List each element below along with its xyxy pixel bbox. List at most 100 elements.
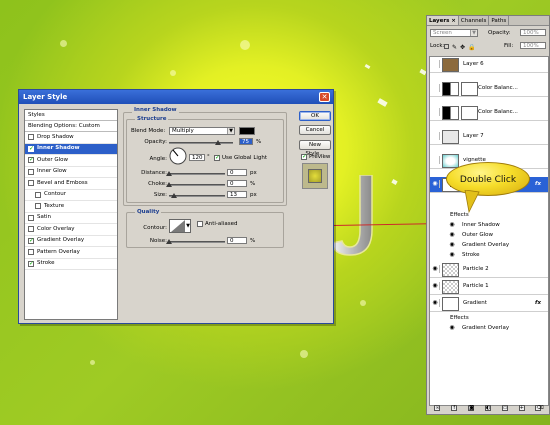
layer-row[interactable]: ◉ Particle 1 bbox=[430, 279, 548, 295]
effect-item[interactable]: ◉ Inner Shadow bbox=[449, 220, 548, 230]
style-item[interactable]: Pattern Overlay bbox=[25, 247, 117, 259]
style-checkbox[interactable] bbox=[28, 180, 34, 187]
choke-field[interactable]: 0 bbox=[227, 180, 247, 187]
slider-thumb[interactable] bbox=[171, 193, 177, 198]
tab-channels[interactable]: Channels bbox=[459, 16, 490, 25]
fx-icon[interactable]: fx bbox=[535, 181, 541, 187]
effect-visibility-icon[interactable]: ◉ bbox=[448, 240, 456, 250]
style-checkbox[interactable] bbox=[28, 214, 34, 221]
style-item[interactable]: ✓ Stroke bbox=[25, 259, 117, 270]
style-checkbox[interactable] bbox=[28, 226, 34, 233]
lock-transparent-icon[interactable] bbox=[444, 44, 449, 49]
effect-item[interactable]: ◉ Gradient Overlay bbox=[449, 323, 548, 333]
style-item[interactable]: Color Overlay bbox=[25, 224, 117, 236]
layer-blend-mode-select[interactable]: Screen ▼ bbox=[430, 29, 478, 37]
close-icon[interactable]: × bbox=[451, 18, 456, 24]
noise-field[interactable]: 0 bbox=[227, 237, 247, 244]
style-item[interactable]: Contour bbox=[25, 190, 117, 201]
visibility-eye-icon[interactable]: ◉ bbox=[431, 180, 440, 188]
opacity-field[interactable]: 75 bbox=[239, 138, 253, 145]
style-checkbox[interactable]: ✓ bbox=[28, 157, 34, 164]
adjustment-layer-icon[interactable]: ◐ bbox=[484, 405, 491, 411]
visibility-eye-icon[interactable]: ◉ bbox=[431, 265, 440, 273]
effects-label[interactable]: Effects bbox=[450, 313, 542, 323]
angle-field[interactable]: 120 bbox=[189, 154, 205, 161]
use-global-light-checkbox[interactable]: ✓ bbox=[214, 155, 220, 161]
cancel-button[interactable]: Cancel bbox=[299, 125, 331, 135]
style-item[interactable]: ✓ Inner Shadow bbox=[25, 143, 117, 155]
add-mask-icon[interactable]: ◙ bbox=[468, 405, 475, 411]
fill-field[interactable]: 100% bbox=[520, 42, 546, 49]
effect-item[interactable]: ◉ Stroke bbox=[449, 250, 548, 260]
slider-thumb[interactable] bbox=[166, 171, 172, 176]
effect-item[interactable]: ◉ Outer Glow bbox=[449, 230, 548, 240]
lock-position-icon[interactable]: ✥ bbox=[460, 43, 465, 52]
style-checkbox[interactable] bbox=[35, 191, 41, 198]
slider-thumb[interactable] bbox=[166, 239, 172, 244]
effect-visibility-icon[interactable]: ◉ bbox=[448, 230, 456, 240]
blending-options-item[interactable]: Blending Options: Custom bbox=[25, 121, 117, 132]
visibility-eye-icon[interactable] bbox=[431, 84, 440, 92]
choke-slider[interactable] bbox=[166, 182, 225, 187]
style-checkbox[interactable]: ✓ bbox=[28, 260, 34, 267]
layer-row[interactable]: Color Balanc... bbox=[430, 81, 548, 97]
effect-visibility-icon[interactable]: ◉ bbox=[448, 323, 456, 333]
layer-row[interactable]: ◉ Gradient fx bbox=[430, 296, 548, 312]
style-item[interactable]: Drop Shadow bbox=[25, 132, 117, 144]
size-slider[interactable] bbox=[169, 193, 225, 198]
layer-opacity-field[interactable]: 100% bbox=[520, 29, 546, 36]
anti-aliased-checkbox[interactable] bbox=[197, 221, 203, 227]
size-field[interactable]: 13 bbox=[227, 191, 247, 198]
ok-button[interactable]: OK bbox=[299, 111, 331, 121]
blend-mode-select[interactable]: Multiply ▼ bbox=[169, 127, 235, 135]
layer-row[interactable]: Layer 7 bbox=[430, 129, 548, 145]
new-layer-icon[interactable]: + bbox=[518, 405, 525, 411]
style-checkbox[interactable] bbox=[28, 249, 34, 256]
slider-thumb[interactable] bbox=[166, 182, 172, 187]
angle-dial[interactable] bbox=[169, 147, 187, 165]
layer-row[interactable]: Layer 6 bbox=[430, 57, 548, 73]
style-item[interactable]: Texture bbox=[25, 201, 117, 213]
visibility-eye-icon[interactable]: ◉ bbox=[431, 299, 440, 307]
effect-item[interactable]: ◉ Gradient Overlay bbox=[449, 240, 548, 250]
contour-picker[interactable]: ▼ bbox=[169, 219, 191, 233]
visibility-eye-icon[interactable] bbox=[431, 156, 440, 164]
layer-row[interactable]: ◉ Particle 2 bbox=[430, 262, 548, 278]
style-checkbox[interactable]: ✓ bbox=[28, 237, 34, 244]
layer-row[interactable]: Color Balanc... bbox=[430, 105, 548, 121]
distance-field[interactable]: 0 bbox=[227, 169, 247, 176]
fx-icon[interactable]: fx bbox=[535, 300, 541, 306]
shadow-color-swatch[interactable] bbox=[239, 127, 255, 135]
style-checkbox[interactable] bbox=[28, 134, 34, 141]
visibility-eye-icon[interactable] bbox=[431, 108, 440, 116]
style-checkbox[interactable]: ✓ bbox=[28, 145, 34, 152]
effect-visibility-icon[interactable]: ◉ bbox=[448, 250, 456, 260]
tab-paths[interactable]: Paths bbox=[489, 16, 510, 25]
style-item[interactable]: Satin bbox=[25, 213, 117, 224]
style-checkbox[interactable] bbox=[35, 203, 41, 210]
style-item[interactable]: Inner Glow bbox=[25, 167, 117, 178]
visibility-eye-icon[interactable] bbox=[431, 60, 440, 68]
distance-slider[interactable] bbox=[166, 171, 225, 176]
slider-thumb[interactable] bbox=[215, 140, 221, 145]
styles-header[interactable]: Styles bbox=[25, 110, 117, 121]
new-style-button[interactable]: New Style... bbox=[299, 140, 331, 157]
opacity-slider[interactable] bbox=[169, 140, 233, 145]
visibility-eye-icon[interactable] bbox=[431, 132, 440, 140]
trash-icon[interactable]: ⌫ bbox=[535, 405, 544, 411]
link-layers-icon[interactable]: ∞ bbox=[434, 405, 441, 411]
effect-visibility-icon[interactable]: ◉ bbox=[448, 220, 456, 230]
style-checkbox[interactable] bbox=[28, 168, 34, 175]
noise-slider[interactable] bbox=[166, 239, 225, 244]
style-item[interactable]: ✓ Gradient Overlay bbox=[25, 236, 117, 247]
style-item[interactable]: ✓ Outer Glow bbox=[25, 155, 117, 167]
new-group-icon[interactable]: ▭ bbox=[501, 405, 508, 411]
close-button[interactable]: ✕ bbox=[319, 92, 330, 102]
style-item[interactable]: Bevel and Emboss bbox=[25, 178, 117, 190]
visibility-eye-icon[interactable]: ◉ bbox=[431, 282, 440, 290]
tab-layers[interactable]: Layers × bbox=[427, 16, 459, 25]
lock-image-icon[interactable]: ✎ bbox=[452, 43, 457, 52]
preview-checkbox[interactable]: ✓ bbox=[301, 154, 307, 160]
add-style-icon[interactable]: f bbox=[451, 405, 458, 411]
lock-all-icon[interactable]: 🔒 bbox=[468, 43, 475, 52]
